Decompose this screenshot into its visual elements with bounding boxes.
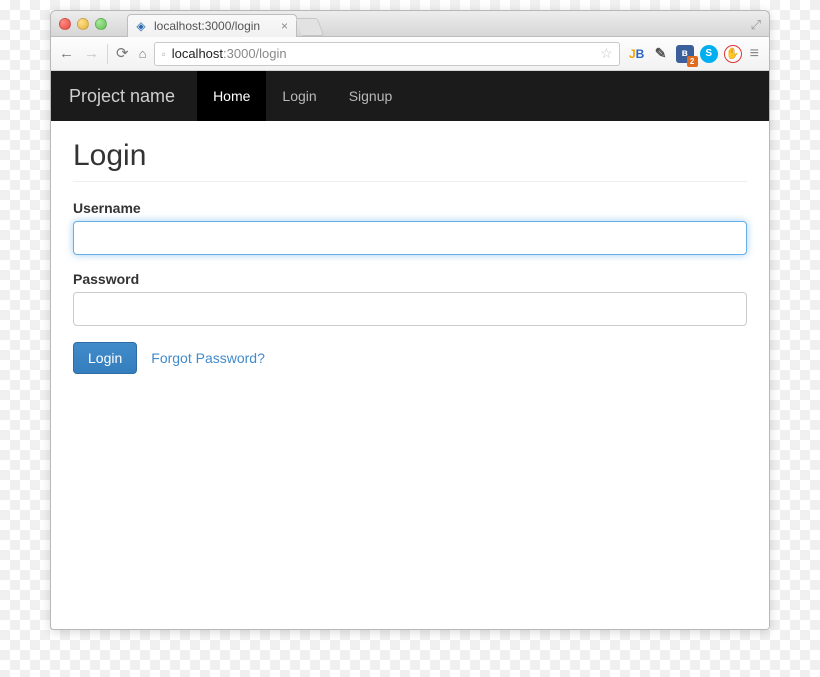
fullscreen-icon[interactable]: ⤢ bbox=[751, 17, 761, 33]
extension-vk-icon[interactable]: в bbox=[676, 45, 694, 63]
app-navbar: Project name Home Login Signup bbox=[51, 71, 769, 121]
nav-link-home[interactable]: Home bbox=[197, 71, 266, 121]
tab-title: localhost:3000/login bbox=[154, 19, 275, 33]
bookmark-star-icon[interactable]: ☆ bbox=[600, 45, 613, 62]
extension-adblock-icon[interactable]: ✋ bbox=[724, 45, 742, 63]
page-viewport: Project name Home Login Signup Login Use… bbox=[51, 71, 769, 629]
brand[interactable]: Project name bbox=[69, 86, 175, 107]
form-group-username: Username bbox=[73, 200, 747, 255]
forward-button[interactable]: → bbox=[84, 46, 99, 61]
new-tab-button[interactable] bbox=[296, 18, 325, 36]
url-bar[interactable]: ▫ localhost:3000/login ☆ bbox=[154, 42, 619, 66]
nav-link-label: Home bbox=[213, 88, 250, 104]
username-label: Username bbox=[73, 200, 747, 216]
nav-link-label: Login bbox=[282, 88, 316, 104]
page-content: Login Username Password Login Forgot Pas… bbox=[51, 121, 769, 392]
browser-tab[interactable]: ◈ localhost:3000/login × bbox=[127, 14, 297, 37]
home-button[interactable]: ⌂ bbox=[139, 47, 147, 60]
traffic-lights bbox=[59, 18, 107, 30]
reload-button[interactable]: ⟳ bbox=[116, 46, 129, 61]
login-button[interactable]: Login bbox=[73, 342, 137, 374]
window-close-button[interactable] bbox=[59, 18, 71, 30]
window-minimize-button[interactable] bbox=[77, 18, 89, 30]
form-group-password: Password bbox=[73, 271, 747, 326]
favicon-icon: ◈ bbox=[134, 19, 148, 33]
tab-close-icon[interactable]: × bbox=[281, 19, 288, 33]
extension-eyedropper-icon[interactable]: ✎ bbox=[652, 45, 670, 63]
page-header: Login bbox=[73, 139, 747, 182]
nav-buttons-2: ⟳ ⌂ bbox=[116, 46, 146, 61]
url-host: localhost bbox=[172, 46, 223, 61]
forgot-password-link[interactable]: Forgot Password? bbox=[151, 350, 265, 366]
toolbar-separator bbox=[107, 44, 108, 64]
url-path: :3000/login bbox=[223, 46, 287, 61]
browser-menu-icon[interactable]: ≡ bbox=[748, 45, 761, 63]
tab-strip: ◈ localhost:3000/login × bbox=[127, 14, 321, 37]
username-input[interactable] bbox=[73, 221, 747, 255]
form-actions: Login Forgot Password? bbox=[73, 342, 747, 374]
nav-link-login[interactable]: Login bbox=[266, 71, 332, 121]
extension-skype-icon[interactable]: S bbox=[700, 45, 718, 63]
browser-toolbar: ← → ⟳ ⌂ ▫ localhost:3000/login ☆ JB ✎ в … bbox=[51, 37, 769, 71]
browser-window: ◈ localhost:3000/login × ⤢ ← → ⟳ ⌂ ▫ loc… bbox=[50, 10, 770, 630]
password-label: Password bbox=[73, 271, 747, 287]
page-title: Login bbox=[73, 139, 747, 182]
nav-link-signup[interactable]: Signup bbox=[333, 71, 409, 121]
nav-buttons: ← → bbox=[59, 46, 99, 61]
nav-link-label: Signup bbox=[349, 88, 393, 104]
page-icon: ▫ bbox=[161, 47, 165, 61]
back-button[interactable]: ← bbox=[59, 46, 74, 61]
extension-icons: JB ✎ в S ✋ ≡ bbox=[628, 45, 761, 63]
password-input[interactable] bbox=[73, 292, 747, 326]
window-maximize-button[interactable] bbox=[95, 18, 107, 30]
titlebar: ◈ localhost:3000/login × ⤢ bbox=[51, 11, 769, 37]
extension-jb-icon[interactable]: JB bbox=[628, 45, 646, 63]
